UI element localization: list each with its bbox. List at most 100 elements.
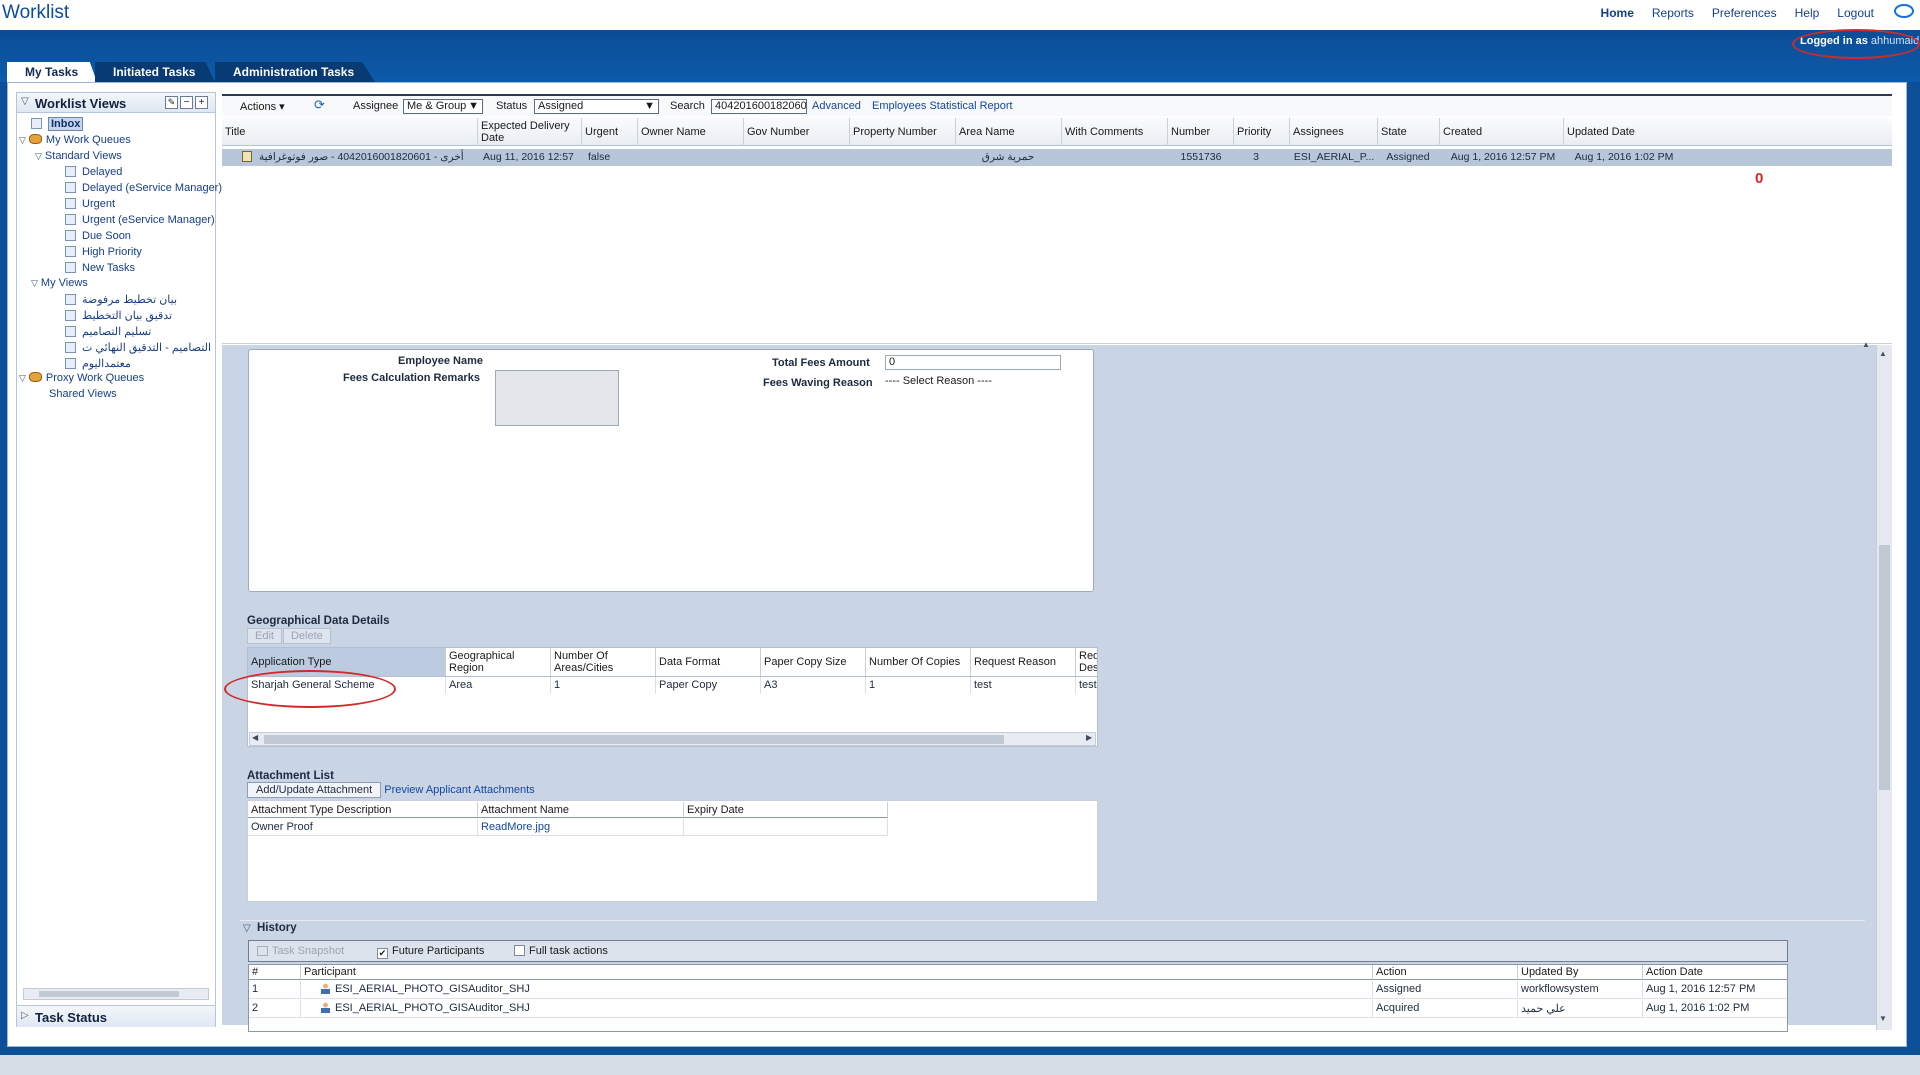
tree-item-delayed[interactable]: Delayed: [65, 166, 122, 178]
col-with-comments[interactable]: With Comments: [1062, 118, 1168, 146]
tree-my-view-2[interactable]: تدقيق بيان التخطيط: [65, 309, 172, 322]
attach-col-type[interactable]: Attachment Type Description: [248, 802, 478, 818]
col-owner-name[interactable]: Owner Name: [638, 118, 744, 146]
full-task-actions-checkbox[interactable]: Full task actions: [514, 945, 608, 957]
help-link[interactable]: Help: [1795, 6, 1820, 20]
refresh-icon[interactable]: ⟳: [314, 97, 325, 113]
my-work-queues-label: My Work Queues: [45, 134, 131, 146]
col-number[interactable]: Number: [1168, 118, 1234, 146]
tree-item-high-priority[interactable]: High Priority: [65, 246, 142, 258]
col-title[interactable]: Title: [222, 118, 478, 146]
expand-triangle-icon[interactable]: ▽: [35, 151, 42, 161]
task-urgent: false: [588, 151, 611, 163]
col-assignees[interactable]: Assignees: [1290, 118, 1378, 146]
col-state[interactable]: State: [1378, 118, 1440, 146]
advanced-search-link[interactable]: Advanced: [812, 100, 861, 112]
tree-item-urgent[interactable]: Urgent: [65, 198, 115, 210]
task-title[interactable]: أخرى - 4042016001820601 - صور فوتوغرافية: [259, 151, 464, 163]
hist-col-updated-by[interactable]: Updated By: [1518, 965, 1643, 980]
tree-item-urgent-eservice[interactable]: Urgent (eService Manager): [65, 214, 215, 226]
reports-link[interactable]: Reports: [1652, 6, 1694, 20]
actions-menu[interactable]: Actions ▾: [240, 100, 285, 113]
tree-item-delayed-eservice[interactable]: Delayed (eService Manager): [65, 182, 222, 194]
detail-scroll-thumb[interactable]: [1879, 545, 1890, 790]
tree-standard-views[interactable]: ▽ Standard Views: [35, 150, 122, 162]
count-badge: 0: [1755, 170, 1764, 187]
edit-button[interactable]: Edit: [247, 628, 282, 644]
scroll-right-icon[interactable]: ▶: [1086, 733, 1092, 742]
attach-cell-file-link[interactable]: ReadMore.jpg: [478, 819, 684, 836]
tree-item-new-tasks[interactable]: New Tasks: [65, 262, 135, 274]
logout-link[interactable]: Logout: [1837, 6, 1874, 20]
col-expected-delivery[interactable]: Expected Delivery Date: [478, 118, 582, 146]
tree-my-work-queues[interactable]: ▽ My Work Queues: [19, 134, 131, 146]
tab-administration-tasks[interactable]: Administration Tasks: [215, 62, 375, 82]
tree-inbox[interactable]: Inbox: [31, 117, 84, 131]
preferences-link[interactable]: Preferences: [1712, 6, 1777, 20]
future-participants-checkbox[interactable]: ✔ Future Participants: [377, 945, 484, 959]
splitter-up-icon[interactable]: ▲: [1862, 340, 1870, 349]
add-update-attachment-button[interactable]: Add/Update Attachment: [247, 782, 382, 798]
remove-view-icon[interactable]: −: [180, 96, 193, 109]
tree-my-view-3[interactable]: تسليم التصاميم: [65, 325, 151, 338]
delete-button[interactable]: Delete: [282, 628, 331, 644]
add-view-icon[interactable]: +: [195, 96, 208, 109]
assignee-select[interactable]: Me & Group ▼: [403, 99, 483, 114]
employees-report-link[interactable]: Employees Statistical Report: [872, 100, 1013, 112]
scroll-left-icon[interactable]: ◀: [252, 733, 258, 742]
view-icon: [65, 214, 76, 225]
hist-col-index[interactable]: #: [249, 965, 301, 980]
expand-triangle-icon[interactable]: ▽: [19, 373, 26, 383]
tree-proxy-work-queues[interactable]: ▽ Proxy Work Queues: [19, 372, 144, 384]
fees-remarks-textarea[interactable]: [495, 370, 619, 426]
expand-triangle-icon[interactable]: ▽: [31, 278, 38, 288]
hist-col-participant[interactable]: Participant: [301, 965, 1373, 980]
expand-icon[interactable]: ▷: [21, 1010, 29, 1021]
geo-col-paper-copy-size[interactable]: Paper Copy Size: [761, 648, 866, 676]
tree-shared-views[interactable]: Shared Views: [49, 388, 117, 400]
status-select[interactable]: Assigned ▼: [534, 99, 659, 114]
waving-reason-select[interactable]: ---- Select Reason ----: [885, 375, 992, 387]
snapshot-icon: [257, 946, 268, 956]
attach-col-name[interactable]: Attachment Name: [478, 802, 684, 818]
task-status-section[interactable]: ▷ Task Status: [17, 1005, 215, 1027]
task-snapshot-button[interactable]: Task Snapshot: [257, 945, 344, 957]
geo-col-number-of-areas[interactable]: Number Of Areas/Cities: [551, 648, 656, 676]
geo-col-request-reason[interactable]: Request Reason: [971, 648, 1076, 676]
col-updated-date[interactable]: Updated Date: [1564, 118, 1890, 146]
attach-col-expiry[interactable]: Expiry Date: [684, 802, 888, 818]
tree-my-views[interactable]: ▽ My Views: [31, 277, 88, 289]
geo-scroll-thumb[interactable]: [264, 735, 1004, 744]
tab-my-tasks[interactable]: My Tasks: [7, 62, 97, 82]
home-link[interactable]: Home: [1601, 6, 1634, 20]
search-input[interactable]: 404201600182060:: [711, 99, 807, 114]
col-priority[interactable]: Priority: [1234, 118, 1290, 146]
hist-col-action-date[interactable]: Action Date: [1643, 965, 1787, 980]
hist-col-action[interactable]: Action: [1373, 965, 1518, 980]
col-urgent[interactable]: Urgent: [582, 118, 638, 146]
geo-col-number-of-copies[interactable]: Number Of Copies: [866, 648, 971, 676]
tree-item-due-soon[interactable]: Due Soon: [65, 230, 131, 242]
preview-applicant-attachments-link[interactable]: Preview Applicant Attachments: [384, 784, 534, 796]
tab-initiated-tasks[interactable]: Initiated Tasks: [95, 62, 215, 82]
tree-my-view-1[interactable]: بيان تخطيط مرفوضة: [65, 293, 177, 306]
sidebar-scroll-thumb[interactable]: [39, 991, 179, 997]
geo-col-request-description[interactable]: Req Des: [1076, 648, 1097, 676]
total-fees-input[interactable]: 0: [885, 355, 1061, 370]
col-area-name[interactable]: Area Name: [956, 118, 1062, 146]
col-gov-number[interactable]: Gov Number: [744, 118, 850, 146]
status-value: Assigned: [538, 100, 584, 112]
scroll-up-icon[interactable]: ▲: [1879, 349, 1887, 358]
geo-col-data-format[interactable]: Data Format: [656, 648, 761, 676]
col-created[interactable]: Created: [1440, 118, 1564, 146]
expand-triangle-icon[interactable]: ▽: [19, 135, 26, 145]
collapse-icon[interactable]: ▽: [243, 923, 251, 934]
edit-view-icon[interactable]: ✎: [165, 96, 178, 109]
tree-my-view-4[interactable]: التصاميم - التدقيق النهائي ت: [65, 341, 211, 354]
col-property-number[interactable]: Property Number: [850, 118, 956, 146]
scroll-down-icon[interactable]: ▼: [1879, 1014, 1887, 1023]
task-row[interactable]: أخرى - 4042016001820601 - صور فوتوغرافية…: [222, 149, 1892, 166]
tree-my-view-5[interactable]: معتمداليوم: [65, 357, 131, 370]
collapse-icon[interactable]: ▽: [21, 96, 29, 107]
geo-col-region[interactable]: Geographical Region: [446, 648, 551, 676]
